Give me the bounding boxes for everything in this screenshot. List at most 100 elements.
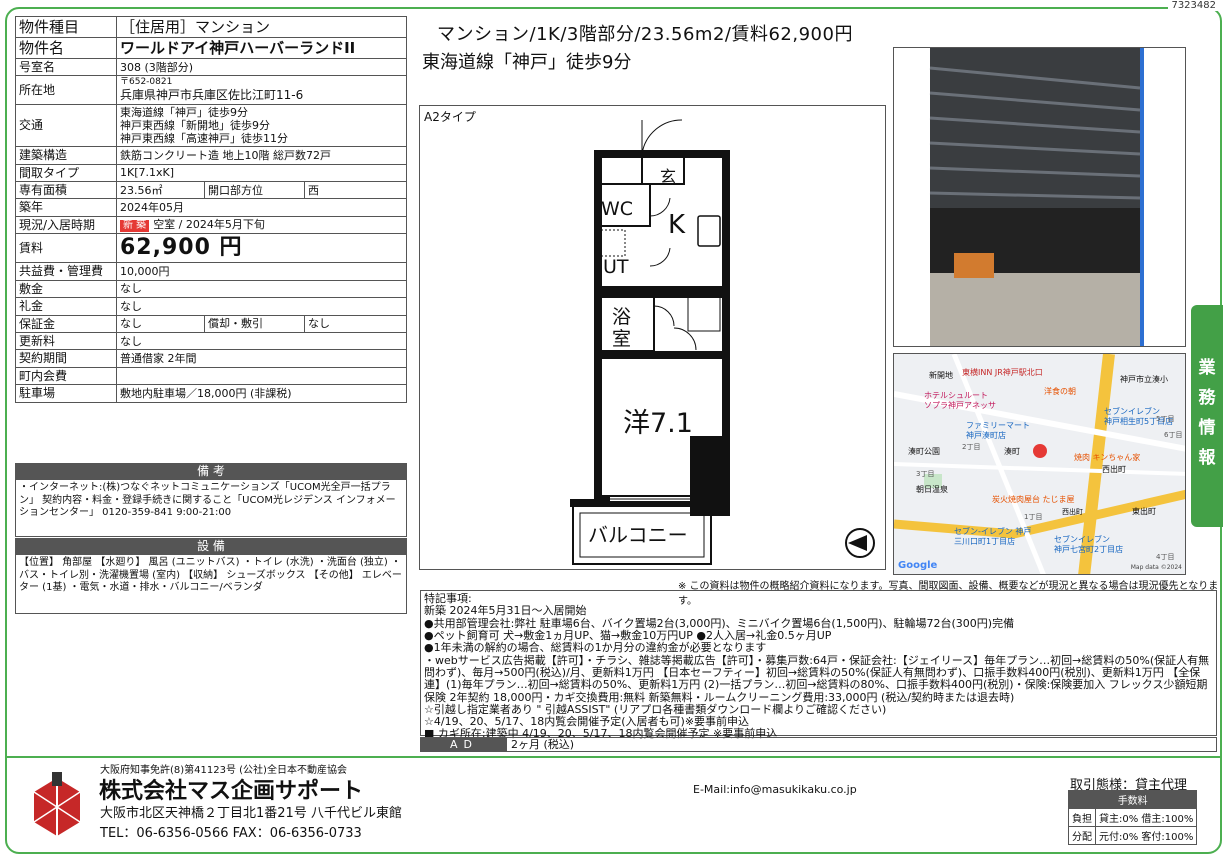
- rent-value: 62,900 円: [116, 233, 407, 264]
- tab-char: 情: [1198, 418, 1216, 438]
- spec-value: 10,000円: [116, 262, 407, 281]
- spec-label: 専有面積: [15, 180, 117, 200]
- document-id: 7323482: [1168, 0, 1219, 11]
- spec-label: 号室名: [15, 57, 117, 77]
- spec-label: 交通: [15, 103, 117, 148]
- spec-label: 駐車場: [15, 384, 117, 403]
- spec-label: 敷金: [15, 279, 117, 299]
- building-photo-drawing: [894, 48, 1185, 346]
- kitchen-label: K: [668, 210, 686, 240]
- map-label: 4丁目: [1156, 553, 1175, 561]
- spec-row-name: 物件名 ワールドアイ神戸ハーバーランドII: [15, 37, 407, 59]
- fee-label: 負担: [1068, 808, 1096, 827]
- map-label: 3丁目: [916, 470, 935, 478]
- map-label: 神戸市立湊小: [1120, 375, 1168, 384]
- spec-value: 敷地内駐車場／18,000円 (非課税): [116, 384, 407, 403]
- company-email[interactable]: E-Mail:info@masukikaku.co.jp: [693, 783, 857, 796]
- ut-label: UT: [603, 256, 629, 278]
- company-name: 株式会社マス企画サポート: [99, 779, 364, 804]
- spec-value: 西: [304, 180, 407, 200]
- spec-row-structure: 建築構造 鉄筋コンクリート造 地上10階 総戸数72戸: [15, 146, 407, 165]
- spec-row-contract: 契約期間 普通借家 2年間: [15, 349, 407, 368]
- spec-row-layout: 間取タイプ 1K[7.1xK]: [15, 163, 407, 182]
- tab-char: 報: [1198, 448, 1216, 468]
- google-logo: Google: [898, 560, 938, 571]
- spec-label: 町内会費: [15, 366, 117, 386]
- remarks-body: ・インターネット:(株)つなぐネットコミュニケーションズ「UCOM光全戸一括プラ…: [15, 479, 407, 537]
- status-text: 空室 / 2024年5月下旬: [153, 217, 265, 231]
- map-label: 5丁目: [1156, 415, 1175, 423]
- map-label: 東横INN JR神戸駅北口: [962, 368, 1043, 377]
- spec-row-type: 物件種目 ［住居用］マンション: [15, 16, 407, 38]
- spec-value: 〒652-0821 兵庫県神戸市兵庫区佐比江町11-6: [116, 75, 407, 105]
- spec-row-area: 専有面積 23.56㎡ 開口部方位西: [15, 180, 407, 200]
- fee-heading: 手数料: [1067, 790, 1198, 809]
- map-label: 西出町: [1102, 465, 1126, 474]
- spec-value: ［住居用］マンション: [116, 16, 407, 38]
- fee-value: 貸主:0% 借主:100%: [1094, 808, 1198, 827]
- location-map: 新開地 東横INN JR神戸駅北口 神戸市立湊小 ホテルシュルート ソプラ神戸ア…: [893, 353, 1186, 575]
- business-info-tab[interactable]: 業 務 情 報: [1191, 305, 1223, 527]
- spec-label: 契約期間: [15, 349, 117, 368]
- spec-row-parking: 駐車場 敷地内駐車場／18,000円 (非課税): [15, 384, 407, 403]
- spec-value: 308 (3階部分): [116, 57, 407, 77]
- map-label: ソプラ神戸アネッサ: [924, 401, 996, 410]
- special-notes: 特記事項: 新築 2024年5月31日～入居開始 ●共用部管理会社:弊社 駐車場…: [420, 590, 1217, 740]
- spec-value: 23.56㎡: [116, 180, 205, 200]
- spec-row-status: 現況/入居時期新 築空室 / 2024年5月下旬: [15, 215, 407, 235]
- spec-row-fee: 共益費・管理費 10,000円: [15, 262, 407, 281]
- spec-label: 保証金: [15, 314, 117, 334]
- map-label: 三川口町1丁目店: [954, 537, 1016, 546]
- ad-row: AD 2ヶ月 (税込): [420, 737, 1217, 752]
- spec-label: 物件種目: [15, 16, 117, 38]
- map-label: 6丁目: [1164, 431, 1183, 439]
- spec-label: 共益費・管理費: [15, 262, 117, 281]
- map-label: 東出町: [1132, 507, 1156, 516]
- map-drawing: [894, 354, 1185, 574]
- map-label: 神戸湊町店: [966, 431, 1006, 440]
- floor-plan: A2タイプ 玄 WC K UT 浴 室 洋7.1 バルコニー: [419, 105, 886, 570]
- spec-label: 所在地: [15, 75, 117, 105]
- spec-row-guarantee: 保証金 なし 償却・敷引 なし: [15, 314, 407, 334]
- entrance-label: 玄: [660, 167, 677, 186]
- spec-label: 間取タイプ: [15, 163, 117, 182]
- spec-label: 現況/入居時期: [15, 215, 117, 235]
- map-credit: Map data ©2024: [1130, 564, 1182, 571]
- spec-row-built: 築年 2024年05月: [15, 198, 407, 217]
- map-label: 炭火焼肉屋台 たじま屋: [992, 495, 1075, 504]
- company-phone: TEL：06-6356-0566 FAX：06-6356-0733: [100, 826, 362, 841]
- map-label: 神戸七宮町2丁目店: [1054, 545, 1124, 554]
- spec-row-access: 交通 東海道線「神戸」徒歩9分 神戸東西線「新開地」徒歩9分 神戸東西線「高速神戸」徒…: [15, 103, 407, 148]
- fee-table: 手数料 負担 貸主:0% 借主:100% 分配 元付:0% 客付:100%: [1067, 790, 1198, 845]
- company-address: 大阪市北区天神橋２丁目北1番21号 八千代ビル東館: [100, 806, 402, 821]
- spec-row-community-fee: 町内会費: [15, 366, 407, 386]
- spec-value: 2024年05月: [116, 198, 407, 217]
- tab-char: 業: [1198, 358, 1216, 378]
- equipment-body: 【位置】 角部屋 【水廻り】 風呂 (ユニットバス) ・トイレ (水洗) ・洗面…: [15, 554, 407, 614]
- postal-code: 〒652-0821: [120, 77, 173, 88]
- spec-label: 築年: [15, 198, 117, 217]
- spec-label: 建築構造: [15, 146, 117, 165]
- equipment-heading: 設 備: [15, 538, 407, 554]
- map-label: 2丁目: [962, 443, 981, 451]
- spec-value: ワールドアイ神戸ハーバーランドII: [116, 37, 407, 59]
- map-label: 湊町: [1004, 447, 1020, 456]
- spec-value: 1K[7.1xK]: [116, 163, 407, 182]
- spec-row-room: 号室名 308 (3階部分): [15, 57, 407, 77]
- map-label: 1丁目: [1024, 513, 1043, 521]
- room-label: 洋7.1: [623, 408, 693, 439]
- map-label: 朝日温泉: [916, 485, 948, 494]
- note-line: ・webサービス広告掲載【許可】・チラシ、雑誌等掲載広告【許可】・募集戸数:64…: [424, 653, 1210, 704]
- spec-label: 償却・敷引: [204, 314, 305, 334]
- spec-row-rent: 賃料 62,900 円: [15, 233, 407, 264]
- spec-value: なし: [304, 314, 407, 334]
- fee-label: 分配: [1068, 826, 1096, 845]
- remarks-heading: 備 考: [15, 463, 407, 479]
- spec-value: 鉄筋コンクリート造 地上10階 総戸数72戸: [116, 146, 407, 165]
- spec-value: [116, 366, 407, 386]
- spec-label: 物件名: [15, 37, 117, 59]
- spec-value: 東海道線「神戸」徒歩9分 神戸東西線「新開地」徒歩9分 神戸東西線「高速神戸」徒歩1…: [116, 103, 407, 148]
- spec-label: 更新料: [15, 332, 117, 351]
- spec-row-deposit: 敷金 なし: [15, 279, 407, 299]
- listing-subtitle: 東海道線「神戸」徒歩9分: [422, 52, 632, 73]
